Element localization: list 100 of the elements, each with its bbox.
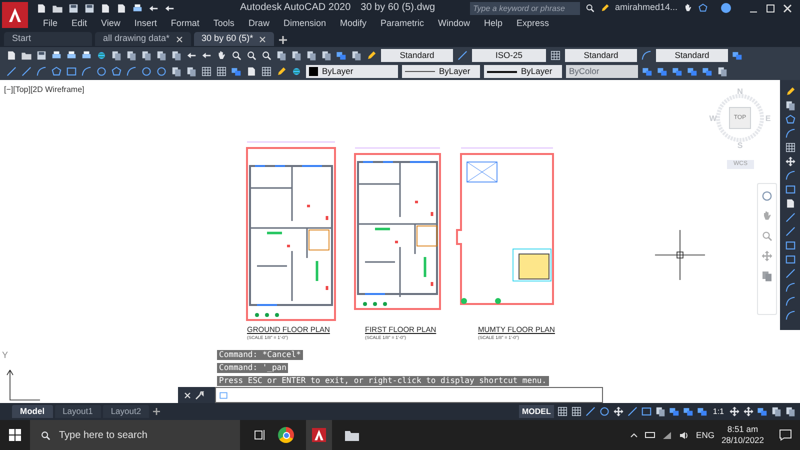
zoom-icon[interactable] bbox=[261, 50, 272, 60]
printer-icon[interactable] bbox=[66, 50, 77, 60]
sheets-icon[interactable] bbox=[111, 50, 122, 60]
document-tab[interactable]: all drawing data* bbox=[95, 32, 191, 46]
page-icon[interactable] bbox=[784, 198, 796, 209]
circle-icon[interactable] bbox=[761, 190, 773, 202]
close-icon[interactable] bbox=[176, 36, 183, 42]
arc-icon[interactable] bbox=[784, 128, 796, 139]
line-icon[interactable] bbox=[457, 50, 468, 60]
document-tab[interactable]: Start bbox=[4, 32, 92, 46]
sheets-icon[interactable] bbox=[784, 100, 796, 111]
menu-item[interactable]: Tools bbox=[206, 17, 242, 31]
line-icon[interactable] bbox=[626, 406, 638, 417]
task-view-icon[interactable] bbox=[254, 429, 266, 441]
menu-item[interactable]: Modify bbox=[332, 17, 374, 31]
grid-icon[interactable] bbox=[201, 66, 212, 77]
pencil-icon[interactable] bbox=[276, 66, 287, 77]
menu-item[interactable]: Draw bbox=[241, 17, 276, 31]
printer-icon[interactable] bbox=[132, 2, 143, 14]
globe-icon[interactable] bbox=[96, 50, 107, 60]
layout-tab[interactable]: Layout1 bbox=[54, 405, 101, 418]
close-icon[interactable] bbox=[259, 36, 266, 42]
add-tab-icon[interactable] bbox=[277, 34, 290, 46]
app-logo[interactable] bbox=[2, 2, 28, 28]
zoom-icon[interactable] bbox=[246, 50, 257, 60]
grid-icon[interactable] bbox=[216, 66, 227, 77]
menu-item[interactable]: Format bbox=[164, 17, 206, 31]
wrench-icon[interactable] bbox=[195, 390, 204, 400]
sheets-icon[interactable] bbox=[171, 50, 182, 60]
arc-icon[interactable] bbox=[641, 50, 652, 60]
menu-item[interactable]: Edit bbox=[64, 17, 94, 31]
rectangle-icon[interactable] bbox=[784, 240, 796, 251]
line-icon[interactable] bbox=[6, 66, 17, 77]
circle-icon[interactable] bbox=[96, 66, 107, 77]
document-tab[interactable]: 30 by 60 (5)* bbox=[194, 32, 274, 46]
circle-icon[interactable] bbox=[598, 406, 610, 417]
page-icon[interactable] bbox=[100, 2, 111, 14]
taskbar-app-icon[interactable] bbox=[306, 420, 332, 450]
arc-icon[interactable] bbox=[81, 66, 92, 77]
caret-icon[interactable] bbox=[630, 432, 638, 438]
notification-icon[interactable] bbox=[779, 429, 792, 441]
battery-icon[interactable] bbox=[645, 432, 656, 438]
sheets-icon[interactable] bbox=[291, 50, 302, 60]
page-icon[interactable] bbox=[36, 2, 47, 14]
arc-icon[interactable] bbox=[126, 66, 137, 77]
sheets-icon[interactable] bbox=[785, 406, 796, 417]
style-dropdown[interactable]: ISO-25 bbox=[472, 48, 546, 62]
move-icon[interactable] bbox=[743, 406, 754, 417]
rectangle-icon[interactable] bbox=[784, 184, 796, 195]
prompt-icon[interactable] bbox=[219, 390, 228, 400]
zoom-icon[interactable] bbox=[231, 50, 242, 60]
layout-tab[interactable]: Model bbox=[12, 405, 53, 418]
speaker-icon[interactable] bbox=[679, 430, 690, 440]
command-line-handle[interactable] bbox=[178, 387, 215, 403]
grid-icon[interactable] bbox=[570, 406, 582, 417]
polygon-icon[interactable] bbox=[111, 66, 122, 77]
layout-tab[interactable]: Layout2 bbox=[102, 405, 150, 418]
menu-item[interactable]: Express bbox=[510, 17, 556, 31]
property-dropdown[interactable]: ByLayer bbox=[484, 65, 562, 78]
layers-icon[interactable] bbox=[668, 406, 680, 417]
menu-item[interactable]: View bbox=[94, 17, 128, 31]
sheets-icon[interactable] bbox=[186, 66, 197, 77]
line-icon[interactable] bbox=[784, 212, 796, 223]
annotation-scale-button[interactable]: 1:1 bbox=[710, 406, 726, 418]
language-indicator[interactable]: ENG bbox=[696, 428, 714, 442]
menu-item[interactable]: Insert bbox=[127, 17, 164, 31]
hand-icon[interactable] bbox=[216, 50, 227, 60]
clock-time[interactable]: 8:51 am bbox=[727, 424, 758, 435]
layers-icon[interactable] bbox=[757, 406, 768, 417]
rectangle-icon[interactable] bbox=[66, 66, 77, 77]
line-icon[interactable] bbox=[584, 406, 596, 417]
menu-item[interactable]: Dimension bbox=[276, 17, 333, 31]
viewport-label[interactable]: [−][Top][2D Wireframe] bbox=[4, 84, 84, 96]
sheets-icon[interactable] bbox=[276, 50, 287, 60]
sheets-icon[interactable] bbox=[171, 66, 182, 77]
arc-icon[interactable] bbox=[784, 282, 796, 293]
polygon-icon[interactable] bbox=[51, 66, 62, 77]
polygon-icon[interactable] bbox=[784, 114, 796, 125]
taskbar-search-field[interactable]: Type here to search bbox=[30, 420, 240, 450]
browser-icon[interactable] bbox=[278, 427, 294, 443]
arc-icon[interactable] bbox=[784, 170, 796, 181]
sheets-icon[interactable] bbox=[717, 66, 728, 77]
sheets-icon[interactable] bbox=[351, 50, 362, 60]
maximize-icon[interactable] bbox=[766, 4, 775, 12]
page-icon[interactable] bbox=[6, 50, 17, 60]
sheets-icon[interactable] bbox=[771, 406, 782, 417]
layers-icon[interactable] bbox=[657, 66, 668, 77]
page-icon[interactable] bbox=[246, 66, 257, 77]
layers-icon[interactable] bbox=[642, 66, 653, 77]
line-icon[interactable] bbox=[21, 66, 32, 77]
arc-icon[interactable] bbox=[784, 296, 796, 307]
grid-icon[interactable] bbox=[550, 50, 561, 60]
move-icon[interactable] bbox=[612, 406, 624, 417]
add-layout-icon[interactable] bbox=[151, 406, 162, 416]
layers-icon[interactable] bbox=[336, 50, 347, 60]
rectangle-icon[interactable] bbox=[784, 254, 796, 265]
menu-item[interactable]: Parametric bbox=[374, 17, 432, 31]
page-icon[interactable] bbox=[116, 2, 127, 14]
line-icon[interactable] bbox=[784, 268, 796, 279]
layers-icon[interactable] bbox=[672, 66, 683, 77]
